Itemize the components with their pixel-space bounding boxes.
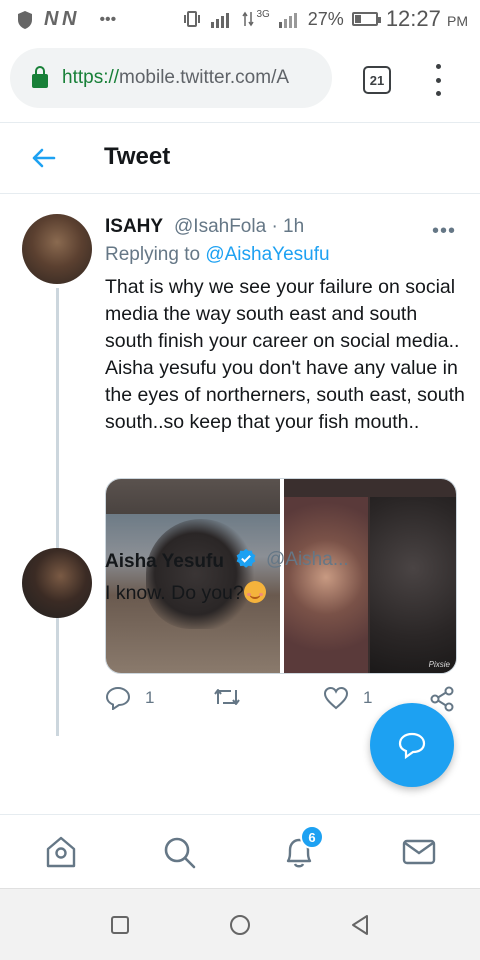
compose-chat-icon (398, 732, 426, 759)
signal-icon-2 (278, 13, 297, 28)
signal-icon (211, 13, 230, 28)
media-image-donkeys[interactable] (106, 479, 280, 673)
heart-icon[interactable] (323, 686, 349, 710)
media-watermark: Pixsie (428, 660, 450, 669)
more-notifications-icon: ••• (99, 10, 117, 28)
collage-right-photo (370, 497, 456, 673)
system-navigation-bar (0, 888, 480, 960)
avatar[interactable] (22, 548, 92, 618)
reply-author-handle[interactable]: @Aisha... (266, 549, 349, 571)
compose-reply-button[interactable] (370, 703, 454, 787)
home-circle-icon[interactable] (228, 913, 252, 937)
page-header: Tweet (0, 122, 480, 194)
tab-switcher-button[interactable]: 21 (363, 66, 391, 94)
back-triangle-icon[interactable] (348, 913, 372, 937)
media-image-collage[interactable]: Pixsie (284, 479, 456, 673)
tweet-text: That is why we see your failure on socia… (105, 276, 465, 433)
lock-icon[interactable] (32, 66, 48, 88)
url-host: mobile.twitter.com/A (119, 67, 290, 88)
tweet-media[interactable]: Pixsie (105, 478, 457, 674)
back-arrow-icon[interactable] (30, 145, 56, 171)
reply-action[interactable]: 1 (105, 686, 154, 710)
url-scheme: https:// (62, 67, 120, 88)
browser-toolbar: https://mobile.twitter.com/A 21 (0, 38, 480, 122)
thread-line (56, 288, 59, 736)
smiling-emoji-icon (243, 581, 266, 603)
battery-percent: 27% (307, 8, 344, 29)
search-icon[interactable] (160, 833, 198, 871)
home-icon[interactable] (42, 833, 80, 871)
replying-to: Replying to @AishaYesufu (105, 244, 330, 266)
battery-icon (351, 12, 381, 26)
clock-ampm: PM (447, 13, 468, 29)
bottom-nav: 6 (0, 814, 480, 888)
reply-author-row[interactable]: Aisha Yesufu (105, 548, 257, 573)
network-type: 3G (256, 8, 270, 20)
status-right: 3G 27% 12:27 PM (182, 6, 468, 32)
browser-menu-icon[interactable] (430, 64, 446, 96)
reply-mention-link[interactable]: @AishaYesufu (205, 244, 329, 265)
replying-prefix: Replying to (105, 244, 201, 265)
address-bar[interactable]: https://mobile.twitter.com/A (10, 48, 332, 108)
data-arrows-icon (242, 11, 255, 27)
reply-count: 1 (145, 688, 155, 707)
clock: 12:27 PM (386, 6, 468, 32)
like-action[interactable]: 1 (323, 686, 372, 710)
tweet-author-name[interactable]: ISAHY (105, 216, 163, 238)
retweet-icon[interactable] (213, 686, 241, 708)
reply-author-name[interactable]: Aisha Yesufu (105, 551, 224, 572)
shield-icon (18, 10, 32, 29)
verified-badge-icon (236, 548, 256, 568)
reply-text: I know. Do you? (105, 582, 244, 604)
vibrate-icon (184, 11, 201, 27)
messages-envelope-icon[interactable] (400, 833, 438, 871)
collage-left-photo (284, 497, 368, 673)
avatar[interactable] (22, 214, 92, 284)
url-text[interactable]: https://mobile.twitter.com/A (62, 67, 289, 89)
status-bar: N N ••• 3G 27% 12:27 PM (0, 0, 480, 38)
tweet-author-handle[interactable]: @IsahFola · 1h (174, 216, 304, 238)
more-options-icon[interactable]: ••• (432, 220, 456, 243)
recents-square-icon[interactable] (108, 913, 132, 937)
like-count: 1 (363, 688, 373, 707)
carrier-icons: N N (44, 8, 76, 30)
reply-icon[interactable] (105, 686, 131, 710)
status-left: N N ••• (16, 8, 116, 31)
donkey-shape (146, 519, 256, 629)
clock-time: 12:27 (385, 6, 441, 31)
reply-text-row: I know. Do you? (105, 581, 266, 605)
page-title: Tweet (104, 143, 171, 170)
notification-badge[interactable]: 6 (300, 825, 324, 849)
retweet-action[interactable] (213, 686, 255, 708)
